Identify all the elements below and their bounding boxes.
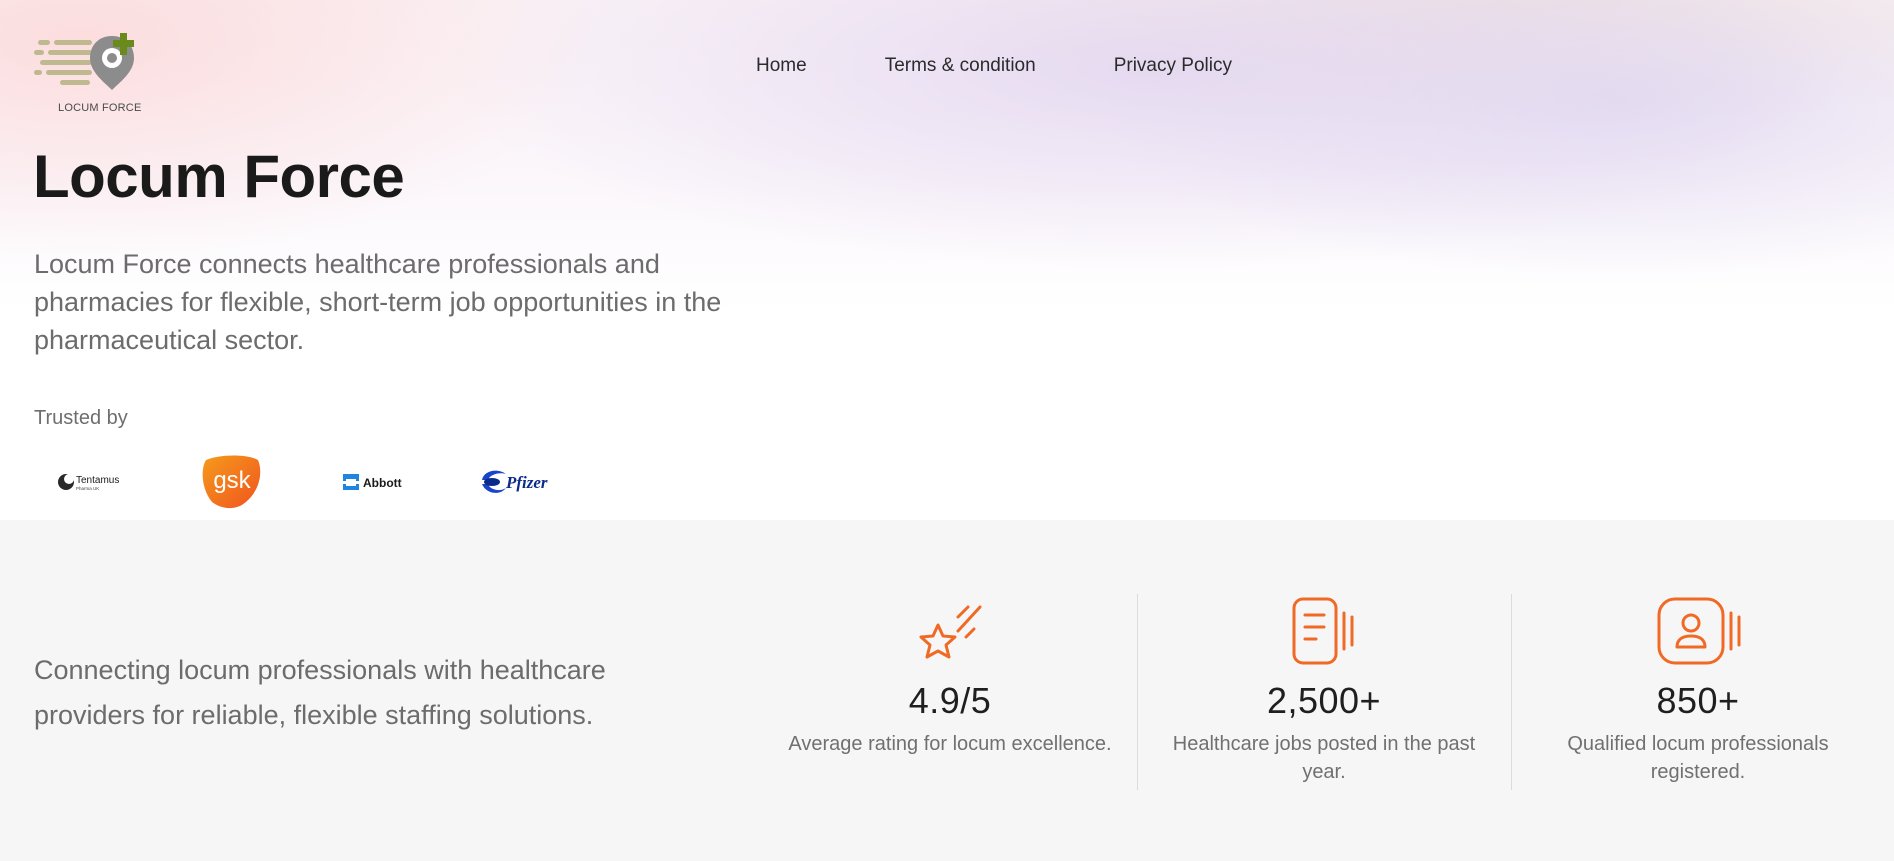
abbott-logo: Abbott bbox=[343, 474, 402, 490]
nav-link-privacy-policy[interactable]: Privacy Policy bbox=[1114, 55, 1232, 77]
partner-abbott: Abbott bbox=[340, 452, 416, 512]
stat-description: Healthcare jobs posted in the past year. bbox=[1172, 733, 1476, 783]
stat-description: Average rating for locum excellence. bbox=[788, 733, 1112, 755]
hero-description: Locum Force connects healthcare professi… bbox=[34, 249, 722, 355]
trusted-by-label: Trusted by bbox=[34, 407, 128, 429]
nav-link-home[interactable]: Home bbox=[756, 55, 807, 77]
tentamus-logo: Tentamus Pharma UK bbox=[58, 474, 119, 491]
partner-gsk: gsk bbox=[200, 452, 264, 512]
stat-item-professionals: 850+ Qualified locum professionals regis… bbox=[1511, 592, 1885, 786]
hero-section: LOCUM FORCE Home Terms & condition Priva… bbox=[0, 0, 1894, 520]
pfizer-logo: Pfizer bbox=[482, 470, 548, 493]
document-list-icon bbox=[1292, 597, 1354, 665]
tentamus-logo-text: Tentamus bbox=[76, 475, 119, 486]
stat-value: 2,500+ bbox=[1266, 680, 1382, 721]
shooting-star-icon bbox=[919, 605, 982, 659]
stat-item-jobs: 2,500+ Healthcare jobs posted in the pas… bbox=[1137, 592, 1511, 786]
nav-link-terms[interactable]: Terms & condition bbox=[885, 55, 1036, 77]
hero-title: Locum Force bbox=[33, 143, 405, 210]
locum-force-logo-icon bbox=[34, 33, 134, 90]
stat-description: Qualified locum professionals registered… bbox=[1567, 733, 1829, 783]
gsk-logo: gsk bbox=[202, 455, 261, 509]
user-profile-icon bbox=[1657, 597, 1741, 665]
abbott-logo-text: Abbott bbox=[363, 476, 402, 490]
partner-tentamus: Tentamus Pharma UK bbox=[56, 452, 146, 512]
stat-item-rating: 4.9/5 Average rating for locum excellenc… bbox=[763, 592, 1137, 758]
tentamus-logo-subtitle: Pharma UK bbox=[76, 486, 99, 491]
partner-pfizer: Pfizer bbox=[478, 452, 558, 512]
stats-tagline: Connecting locum professionals with heal… bbox=[34, 655, 606, 730]
gsk-logo-text: gsk bbox=[213, 467, 251, 494]
stat-value: 4.9/5 bbox=[908, 680, 992, 721]
logo-text: LOCUM FORCE bbox=[58, 102, 142, 114]
stat-value: 850+ bbox=[1656, 680, 1740, 721]
pfizer-logo-text: Pfizer bbox=[505, 473, 548, 492]
site-logo[interactable]: LOCUM FORCE bbox=[34, 30, 144, 116]
main-nav: Home Terms & condition Privacy Policy bbox=[756, 55, 1232, 77]
